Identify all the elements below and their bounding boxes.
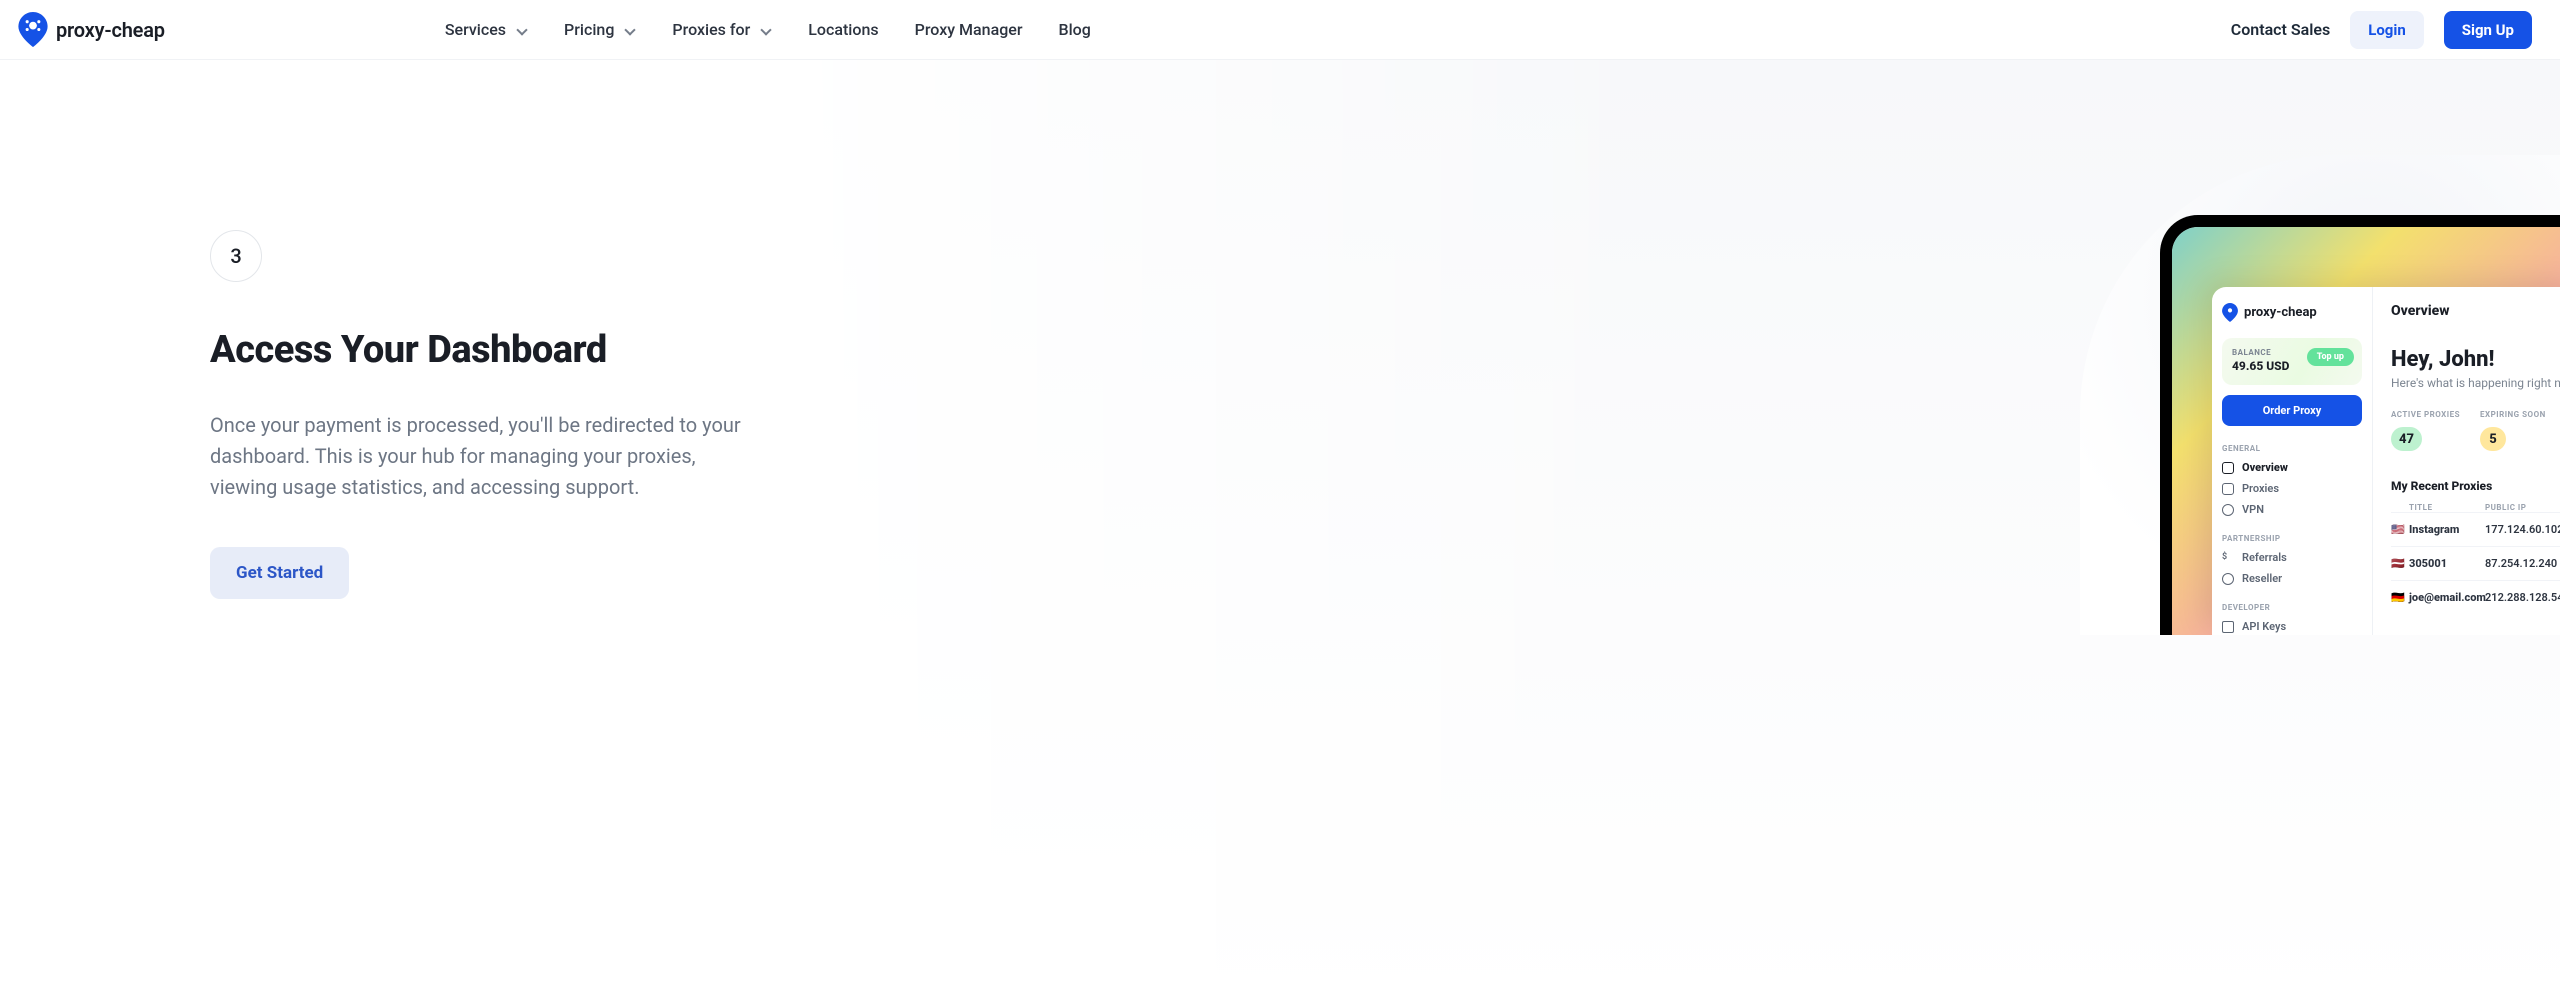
nav-proxy-manager[interactable]: Proxy Manager [915,20,1023,39]
sidebar-item-api-keys[interactable]: API Keys [2222,620,2362,633]
stat-active-label: ACTIVE PROXIES [2391,410,2460,419]
section-general: GENERAL [2222,444,2362,453]
brand-logo[interactable]: proxy-cheap [18,12,165,47]
flag-icon: 🇩🇪 [2391,591,2409,604]
nav-proxy-manager-label: Proxy Manager [915,20,1023,39]
table-header: TITLE PUBLIC IP [2391,503,2560,512]
stat-expiring-value: 5 [2480,427,2506,451]
logo-icon [2222,303,2238,322]
sidebar-item-vpn[interactable]: VPN [2222,503,2362,516]
hero-title: Access Your Dashboard [210,328,790,372]
sidebar-reseller-label: Reseller [2242,572,2282,585]
table-row[interactable]: 🇺🇸 Instagram 177.124.60.102 [2391,512,2560,546]
recent-proxies-table: TITLE PUBLIC IP 🇺🇸 Instagram 177.124.60.… [2391,503,2560,614]
stat-active-proxies: ACTIVE PROXIES 47 [2391,410,2460,451]
dashboard-page-title: Overview [2391,303,2560,319]
chevron-down-icon [760,24,772,36]
step-number: 3 [230,244,241,268]
nav-blog-label: Blog [1059,20,1091,39]
get-started-button[interactable]: Get Started [210,547,349,599]
tablet-frame: proxy-cheap BALANCE 49.65 USD Top up Ord… [2160,215,2560,635]
shield-icon [2222,504,2234,516]
sidebar-apikeys-label: API Keys [2242,620,2286,633]
logo-icon [18,12,48,47]
flag-icon: 🇺🇸 [2391,523,2409,536]
stack-icon [2222,483,2234,495]
topup-button[interactable]: Top up [2307,348,2354,366]
recent-proxies-title: My Recent Proxies [2391,479,2560,493]
chevron-down-icon [516,24,528,36]
nav-blog[interactable]: Blog [1059,20,1091,39]
grid-icon [2222,462,2234,474]
stat-expiring-label: EXPIRING SOON [2480,410,2546,419]
dashboard-brand: proxy-cheap [2244,305,2317,320]
section-developer: DEVELOPER [2222,603,2362,612]
nav-services[interactable]: Services [445,20,528,39]
stat-expiring-soon: EXPIRING SOON 5 [2480,410,2546,451]
dashboard-logo: proxy-cheap [2222,303,2362,322]
chevron-down-icon [624,24,636,36]
signup-button[interactable]: Sign Up [2444,11,2532,49]
dashboard-sidebar: proxy-cheap BALANCE 49.65 USD Top up Ord… [2212,287,2372,635]
sidebar-referrals-label: Referrals [2242,551,2287,564]
brand-name: proxy-cheap [56,18,165,42]
nav-proxies-for-label: Proxies for [672,20,750,39]
header-actions: Contact Sales Login Sign Up [2231,11,2532,49]
dashboard-greeting: Hey, John! [2391,347,2560,372]
row-ip: 212.288.128.54 [2485,591,2560,604]
main-content: 3 Access Your Dashboard Once your paymen… [0,60,2560,1007]
hero-section: 3 Access Your Dashboard Once your paymen… [210,230,790,599]
sidebar-proxies-label: Proxies [2242,482,2279,495]
stats-row: ACTIVE PROXIES 47 EXPIRING SOON 5 [2391,410,2560,451]
dollar-icon [2222,552,2234,564]
nav-locations-label: Locations [808,20,878,39]
login-button[interactable]: Login [2350,11,2424,49]
table-row[interactable]: 🇱🇻 305001 87.254.12.240 [2391,546,2560,580]
sidebar-item-proxies[interactable]: Proxies [2222,482,2362,495]
dashboard-main: Overview Hey, John! Here's what is happe… [2372,287,2560,635]
row-ip: 87.254.12.240 [2485,557,2560,570]
row-title: Instagram [2409,523,2485,536]
col-title-header: TITLE [2409,503,2485,512]
primary-nav: Services Pricing Proxies for Locations P… [445,20,1091,39]
dashboard-card: proxy-cheap BALANCE 49.65 USD Top up Ord… [2212,287,2560,635]
col-ip-header: PUBLIC IP [2485,503,2560,512]
dashboard-subtitle: Here's what is happening right n [2391,376,2560,390]
nav-locations[interactable]: Locations [808,20,878,39]
stat-active-value: 47 [2391,427,2422,451]
nav-pricing[interactable]: Pricing [564,20,636,39]
table-row[interactable]: 🇩🇪 joe@email.com 212.288.128.54 [2391,580,2560,614]
section-partnership: PARTNERSHIP [2222,534,2362,543]
dashboard-mockup: proxy-cheap BALANCE 49.65 USD Top up Ord… [2160,215,2560,635]
nav-proxies-for[interactable]: Proxies for [672,20,772,39]
row-title: joe@email.com [2409,591,2485,604]
row-ip: 177.124.60.102 [2485,523,2560,536]
sidebar-vpn-label: VPN [2242,503,2264,516]
order-proxy-button[interactable]: Order Proxy [2222,395,2362,426]
sidebar-overview-label: Overview [2242,461,2288,474]
site-header: proxy-cheap Services Pricing Proxies for… [0,0,2560,60]
key-icon [2222,621,2234,633]
flag-icon: 🇱🇻 [2391,557,2409,570]
sidebar-item-reseller[interactable]: Reseller [2222,572,2362,585]
hero-description: Once your payment is processed, you'll b… [210,410,760,503]
sidebar-item-overview[interactable]: Overview [2222,461,2362,474]
sidebar-item-referrals[interactable]: Referrals [2222,551,2362,564]
balance-widget: BALANCE 49.65 USD Top up [2222,338,2362,385]
nav-pricing-label: Pricing [564,20,614,39]
step-indicator: 3 [210,230,262,282]
row-title: 305001 [2409,557,2485,570]
nav-services-label: Services [445,20,506,39]
contact-sales-link[interactable]: Contact Sales [2231,20,2330,39]
gear-icon [2222,573,2234,585]
